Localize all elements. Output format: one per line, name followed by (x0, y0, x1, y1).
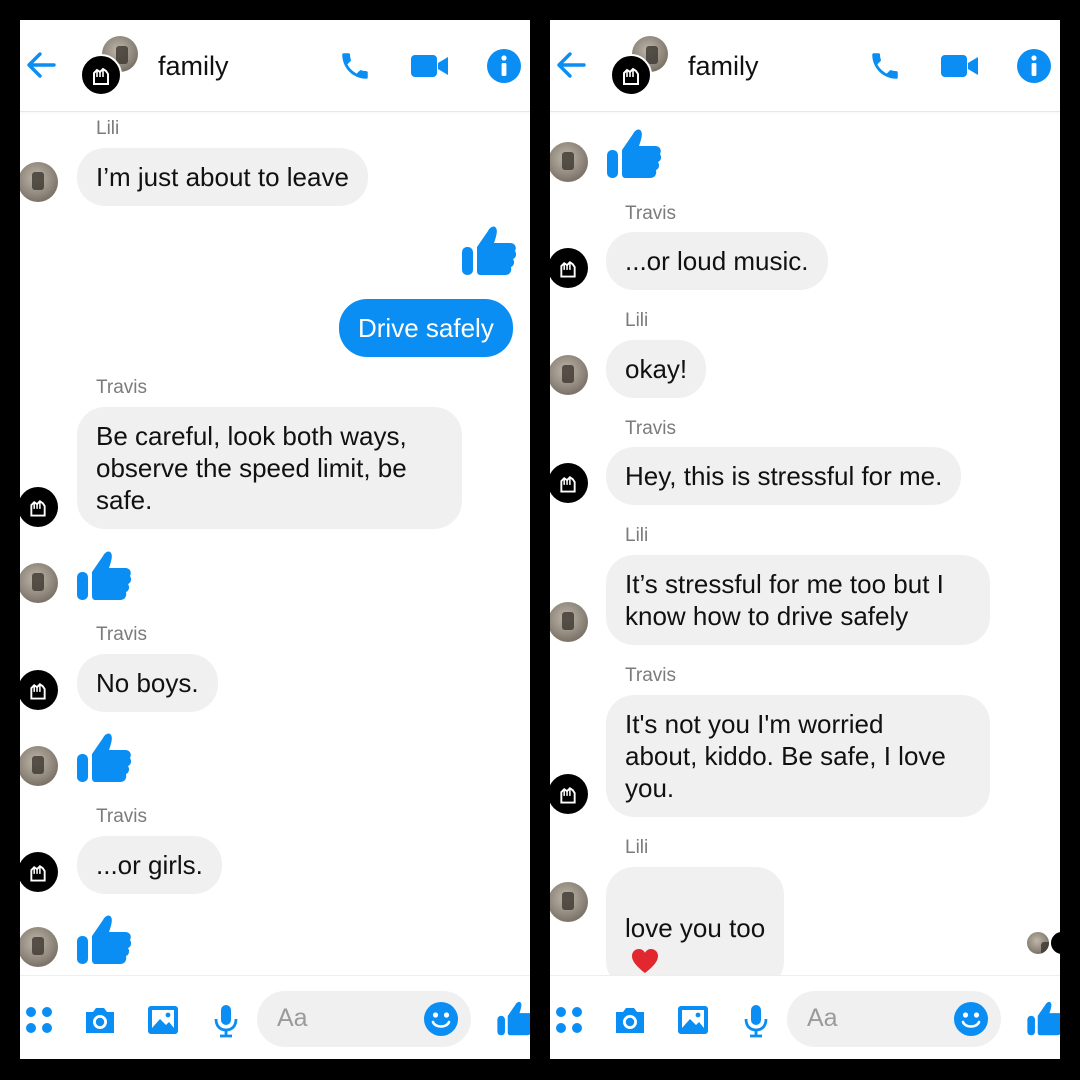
info-icon[interactable] (486, 48, 522, 84)
menu-dots-icon[interactable] (552, 1002, 588, 1038)
sender-name: Lili (96, 118, 120, 139)
thumbs-up-icon[interactable] (605, 124, 663, 182)
avatar[interactable] (550, 142, 588, 182)
avatar[interactable] (550, 882, 588, 922)
message-bubble[interactable]: It’s stressful for me too but I know how… (606, 555, 990, 645)
emoji-icon[interactable] (953, 1001, 989, 1037)
thumbs-up-icon[interactable] (1026, 998, 1060, 1038)
message-bubble[interactable]: okay! (606, 340, 707, 398)
conversation-title: family (688, 51, 759, 81)
thumbs-up-icon[interactable] (496, 998, 530, 1038)
menu-dots-icon[interactable] (22, 1002, 58, 1038)
avatar[interactable] (20, 162, 58, 202)
sender-name: Travis (96, 377, 148, 398)
back-arrow-icon[interactable] (554, 50, 588, 80)
avatar[interactable] (550, 774, 588, 814)
conversation-header: family (550, 20, 1060, 112)
message-bubble[interactable]: love you too (606, 867, 785, 989)
message-input[interactable]: Aa (787, 991, 1001, 1047)
sender-name: Lili (625, 310, 649, 331)
avatar[interactable] (20, 563, 58, 603)
sender-name: Travis (625, 665, 677, 686)
read-receipt-avatar (1026, 931, 1050, 955)
gallery-icon[interactable] (675, 1002, 711, 1038)
chat-panel-left: family Lili I’m just about to leave Driv… (20, 20, 530, 1059)
message-bubble[interactable]: I’m just about to leave (77, 148, 368, 206)
conversation-title: family (158, 51, 229, 81)
message-bubble-sent[interactable]: Drive safely (339, 299, 513, 357)
avatar[interactable] (550, 248, 588, 288)
message-bubble[interactable]: Hey, this is stressful for me. (606, 447, 962, 505)
message-bubble[interactable]: Be careful, look both ways, observe the … (77, 407, 462, 529)
sender-name: Travis (96, 624, 148, 645)
camera-icon[interactable] (82, 1002, 118, 1038)
message-text: love you too (625, 913, 766, 943)
back-arrow-icon[interactable] (24, 50, 58, 80)
camera-icon[interactable] (612, 1002, 648, 1038)
avatar[interactable] (20, 670, 58, 710)
info-icon[interactable] (1016, 48, 1052, 84)
avatar[interactable] (20, 487, 58, 527)
thumbs-up-icon[interactable] (75, 910, 133, 968)
phone-icon[interactable] (338, 49, 372, 83)
emoji-icon[interactable] (423, 1001, 459, 1037)
message-input-placeholder: Aa (807, 1004, 838, 1032)
sender-name: Lili (625, 837, 649, 858)
sender-name: Travis (625, 203, 677, 224)
thumbs-up-icon[interactable] (75, 546, 133, 604)
thumbs-up-icon[interactable] (460, 221, 518, 279)
phone-icon[interactable] (868, 49, 902, 83)
group-avatar[interactable] (610, 36, 670, 96)
message-bubble[interactable]: No boys. (77, 654, 218, 712)
avatar[interactable] (550, 463, 588, 503)
sender-name: Lili (625, 525, 649, 546)
message-composer: Aa (550, 975, 1060, 1059)
avatar[interactable] (20, 927, 58, 967)
microphone-icon[interactable] (208, 1002, 244, 1038)
message-bubble[interactable]: ...or girls. (77, 836, 222, 894)
group-avatar[interactable] (80, 36, 140, 96)
message-composer: Aa (20, 975, 530, 1059)
avatar[interactable] (550, 355, 588, 395)
message-bubble[interactable]: It's not you I'm worried about, kiddo. B… (606, 695, 990, 817)
video-camera-icon[interactable] (940, 52, 980, 80)
microphone-icon[interactable] (738, 1002, 774, 1038)
conversation-header: family (20, 20, 530, 112)
sender-name: Travis (625, 418, 677, 439)
heart-icon (632, 949, 658, 973)
read-receipt-avatar (1050, 931, 1060, 955)
chat-panel-right: family Travis ...or loud music. Lili oka… (550, 20, 1060, 1059)
avatar[interactable] (20, 746, 58, 786)
video-camera-icon[interactable] (410, 52, 450, 80)
avatar[interactable] (550, 602, 588, 642)
gallery-icon[interactable] (145, 1002, 181, 1038)
thumbs-up-icon[interactable] (75, 728, 133, 786)
sender-name: Travis (96, 806, 148, 827)
message-input[interactable]: Aa (257, 991, 471, 1047)
avatar[interactable] (20, 852, 58, 892)
message-bubble[interactable]: ...or loud music. (606, 232, 828, 290)
message-input-placeholder: Aa (277, 1004, 308, 1032)
